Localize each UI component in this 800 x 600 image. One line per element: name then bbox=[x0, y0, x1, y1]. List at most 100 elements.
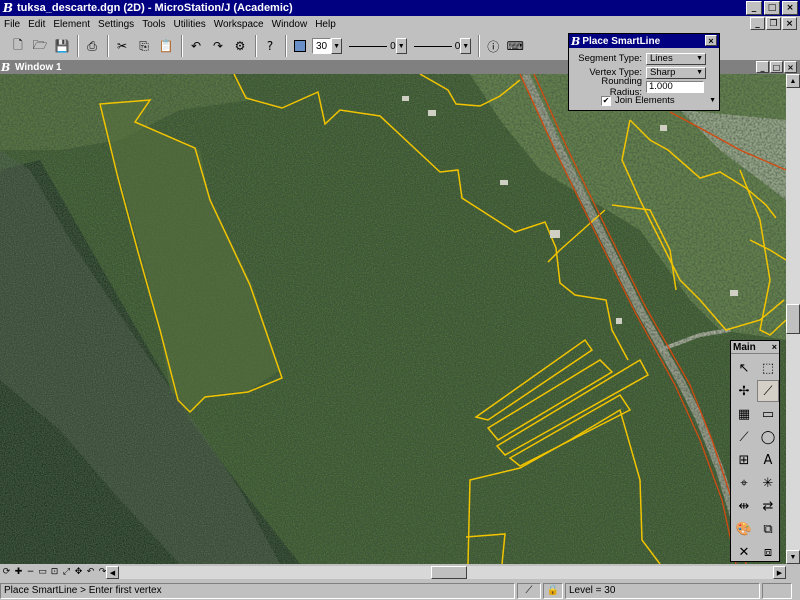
zoom-out-icon[interactable]: − bbox=[25, 566, 36, 578]
building bbox=[730, 290, 738, 296]
update-view-icon[interactable]: ⟳ bbox=[1, 566, 12, 578]
place-line-icon[interactable]: ⟋ bbox=[733, 426, 755, 448]
change-attributes-icon[interactable]: 🎨 bbox=[733, 518, 755, 540]
key-in-icon[interactable]: ⌨ bbox=[505, 36, 525, 56]
scroll-down-button[interactable]: ▼ bbox=[786, 550, 800, 564]
drawing-view[interactable] bbox=[0, 74, 786, 564]
group-icon[interactable]: ⧈ bbox=[757, 541, 779, 563]
toolbar-divider bbox=[181, 35, 183, 57]
main-palette-title: Main bbox=[733, 341, 756, 353]
line-style-dropdown[interactable]: 0 ▼ bbox=[346, 37, 407, 55]
dimension-icon[interactable]: ⇹ bbox=[733, 495, 755, 517]
close-icon[interactable]: × bbox=[772, 342, 777, 352]
print-icon[interactable]: ⎙ bbox=[82, 36, 102, 56]
view-minimize-button[interactable]: _ bbox=[756, 61, 769, 73]
menu-utilities[interactable]: Utilities bbox=[170, 19, 210, 30]
status-prompt: Place SmartLine > Enter first vertex bbox=[0, 582, 515, 599]
menu-window[interactable]: Window bbox=[268, 19, 312, 30]
building bbox=[616, 318, 622, 324]
place-block-icon[interactable]: ▦ bbox=[733, 403, 755, 425]
active-level: Level = 30 bbox=[565, 582, 760, 599]
toolbar-divider bbox=[107, 35, 109, 57]
point-icon[interactable]: ✳ bbox=[757, 472, 779, 494]
rotate-view-icon[interactable]: ⤢ bbox=[61, 566, 72, 578]
pan-view-icon[interactable]: ✥ bbox=[73, 566, 84, 578]
menu-tools[interactable]: Tools bbox=[138, 19, 169, 30]
doc-restore-button[interactable]: ❐ bbox=[766, 17, 781, 30]
segment-type-dropdown[interactable]: Lines ▼ bbox=[646, 52, 706, 65]
smartline-title-bar[interactable]: B Place SmartLine × bbox=[569, 34, 719, 48]
microstation-logo-icon: B bbox=[571, 34, 581, 48]
vertical-scroll-thumb[interactable] bbox=[786, 304, 800, 334]
save-icon[interactable]: 💾 bbox=[52, 36, 72, 56]
view-previous-icon[interactable]: ↶ bbox=[85, 566, 96, 578]
tentative-point-icon[interactable]: ✢ bbox=[733, 380, 755, 402]
measure-icon[interactable]: ⌖ bbox=[733, 472, 755, 494]
vertex-type-dropdown[interactable]: Sharp ▼ bbox=[646, 66, 706, 79]
doc-minimize-button[interactable]: _ bbox=[750, 17, 765, 30]
paste-icon[interactable]: 📋 bbox=[156, 36, 176, 56]
redo-icon[interactable]: ↷ bbox=[208, 36, 228, 56]
join-elements-checkbox[interactable]: ✔ bbox=[601, 95, 611, 106]
zoom-in-icon[interactable]: ✚ bbox=[13, 566, 24, 578]
view-maximize-button[interactable]: □ bbox=[770, 61, 783, 73]
scroll-left-button[interactable]: ◀ bbox=[106, 566, 119, 579]
snap-mode-icon[interactable]: ⟋ bbox=[517, 582, 541, 599]
toolbar-divider bbox=[255, 35, 257, 57]
window-area-icon[interactable]: ▭ bbox=[37, 566, 48, 578]
microstation-logo-icon: B bbox=[1, 61, 11, 74]
help-icon[interactable]: ? bbox=[260, 36, 280, 56]
smartline-tool-icon[interactable]: ⟋ bbox=[757, 380, 779, 402]
doc-close-button[interactable]: × bbox=[782, 17, 797, 30]
manipulate-icon[interactable]: ⇄ bbox=[757, 495, 779, 517]
menu-bar: File Edit Element Settings Tools Utiliti… bbox=[0, 16, 800, 32]
rounding-radius-field[interactable]: 1.000 bbox=[646, 80, 704, 93]
scroll-right-button[interactable]: ▶ bbox=[773, 566, 786, 579]
line-weight-dropdown[interactable]: 0 ▼ bbox=[411, 37, 472, 55]
maximize-button[interactable]: □ bbox=[764, 1, 780, 15]
info-icon[interactable]: ⓘ bbox=[483, 36, 503, 56]
menu-file[interactable]: File bbox=[0, 19, 24, 30]
menu-workspace[interactable]: Workspace bbox=[210, 19, 268, 30]
vertical-scrollbar[interactable]: ▲ ▼ bbox=[786, 74, 800, 564]
app-title: tuksa_descarte.dgn (2D) - MicroStation/J… bbox=[17, 2, 293, 14]
close-icon[interactable]: × bbox=[705, 35, 717, 46]
cut-icon[interactable]: ✂ bbox=[112, 36, 132, 56]
view-close-button[interactable]: × bbox=[784, 61, 797, 73]
place-cell-icon[interactable]: ⊞ bbox=[733, 449, 755, 471]
menu-help[interactable]: Help bbox=[311, 19, 340, 30]
model-tools-icon[interactable]: ⚙ bbox=[230, 36, 250, 56]
fence-icon[interactable]: ⬚ bbox=[757, 357, 779, 379]
minimize-button[interactable]: _ bbox=[746, 1, 762, 15]
menu-edit[interactable]: Edit bbox=[24, 19, 49, 30]
place-circle-icon[interactable]: ◯ bbox=[757, 426, 779, 448]
horizontal-scrollbar[interactable]: ◀ ▶ bbox=[106, 566, 786, 579]
main-palette-title-bar[interactable]: Main × bbox=[731, 341, 779, 354]
fit-view-icon[interactable]: ⊡ bbox=[49, 566, 60, 578]
lock-icon[interactable]: 🔒 bbox=[543, 582, 563, 599]
place-shape-icon[interactable]: ▭ bbox=[757, 403, 779, 425]
microstation-logo-icon: B bbox=[2, 1, 14, 15]
view-window-title: Window 1 bbox=[15, 61, 62, 73]
modify-icon[interactable]: ⧉ bbox=[757, 518, 779, 540]
weight-dropdown[interactable]: 30 ▼ bbox=[312, 37, 343, 55]
expand-dialog-icon[interactable]: ▼ bbox=[709, 97, 716, 104]
close-button[interactable]: × bbox=[782, 1, 798, 15]
delete-icon[interactable]: ✕ bbox=[733, 541, 755, 563]
place-smartline-dialog: B Place SmartLine × Segment Type: Lines … bbox=[568, 33, 720, 111]
copy-icon[interactable]: ⎘ bbox=[134, 36, 154, 56]
place-text-icon[interactable]: A bbox=[757, 449, 779, 471]
undo-icon[interactable]: ↶ bbox=[186, 36, 206, 56]
new-file-icon[interactable]: 🗋 bbox=[8, 36, 28, 56]
menu-element[interactable]: Element bbox=[49, 19, 94, 30]
menu-settings[interactable]: Settings bbox=[94, 19, 138, 30]
app-title-bar[interactable]: B tuksa_descarte.dgn (2D) - MicroStation… bbox=[0, 0, 800, 16]
building bbox=[402, 96, 409, 101]
active-color-picker[interactable] bbox=[290, 36, 310, 56]
element-selection-icon[interactable]: ↖ bbox=[733, 357, 755, 379]
open-folder-icon[interactable]: 🗁 bbox=[30, 36, 50, 56]
scroll-up-button[interactable]: ▲ bbox=[786, 74, 800, 88]
building bbox=[500, 180, 508, 185]
horizontal-scroll-thumb[interactable] bbox=[431, 566, 467, 579]
vertex-type-value: Sharp bbox=[650, 67, 676, 78]
